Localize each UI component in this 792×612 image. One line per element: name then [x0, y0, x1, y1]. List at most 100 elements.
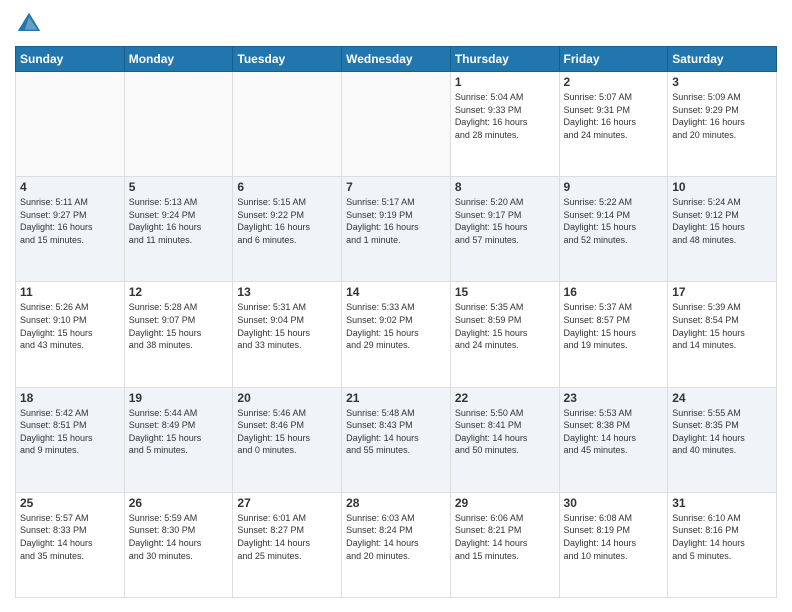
- day-info: Sunrise: 5:09 AM Sunset: 9:29 PM Dayligh…: [672, 91, 772, 141]
- calendar-day-cell: 30 Sunrise: 6:08 AM Sunset: 8:19 PM Dayli…: [559, 492, 668, 597]
- calendar-day-cell: 12Sunrise: 5:28 AM Sunset: 9:07 PM Dayli…: [124, 282, 233, 387]
- day-info: Sunrise: 6:06 AM Sunset: 8:21 PM Dayligh…: [455, 512, 555, 562]
- calendar-day-cell: 16Sunrise: 5:37 AM Sunset: 8:57 PM Dayli…: [559, 282, 668, 387]
- day-number: 27: [237, 496, 337, 510]
- day-info: Sunrise: 5:48 AM Sunset: 8:43 PM Dayligh…: [346, 407, 446, 457]
- day-number: 8: [455, 180, 555, 194]
- day-info: Sunrise: 5:57 AM Sunset: 8:33 PM Dayligh…: [20, 512, 120, 562]
- day-number: 22: [455, 391, 555, 405]
- day-info: Sunrise: 5:11 AM Sunset: 9:27 PM Dayligh…: [20, 196, 120, 246]
- calendar-day-cell: [16, 72, 125, 177]
- day-info: Sunrise: 5:04 AM Sunset: 9:33 PM Dayligh…: [455, 91, 555, 141]
- day-info: Sunrise: 5:13 AM Sunset: 9:24 PM Dayligh…: [129, 196, 229, 246]
- day-info: Sunrise: 5:20 AM Sunset: 9:17 PM Dayligh…: [455, 196, 555, 246]
- calendar-week-row: 25 Sunrise: 5:57 AM Sunset: 8:33 PM Dayli…: [16, 492, 777, 597]
- calendar-day-cell: 26Sunrise: 5:59 AM Sunset: 8:30 PM Dayli…: [124, 492, 233, 597]
- day-info: Sunrise: 5:50 AM Sunset: 8:41 PM Dayligh…: [455, 407, 555, 457]
- day-number: 16: [564, 285, 664, 299]
- day-number: 4: [20, 180, 120, 194]
- calendar-day-cell: 24 Sunrise: 5:55 AM Sunset: 8:35 PM Dayli…: [668, 387, 777, 492]
- calendar-day-cell: 21 Sunrise: 5:48 AM Sunset: 8:43 PM Dayli…: [342, 387, 451, 492]
- calendar-day-cell: 5 Sunrise: 5:13 AM Sunset: 9:24 PM Daylig…: [124, 177, 233, 282]
- calendar-day-cell: 3Sunrise: 5:09 AM Sunset: 9:29 PM Daylig…: [668, 72, 777, 177]
- calendar-day-cell: 2 Sunrise: 5:07 AM Sunset: 9:31 PM Daylig…: [559, 72, 668, 177]
- calendar-header-cell: Saturday: [668, 47, 777, 72]
- day-number: 18: [20, 391, 120, 405]
- calendar-day-cell: 31 Sunrise: 6:10 AM Sunset: 8:16 PM Dayli…: [668, 492, 777, 597]
- calendar-day-cell: 22 Sunrise: 5:50 AM Sunset: 8:41 PM Dayli…: [450, 387, 559, 492]
- day-number: 19: [129, 391, 229, 405]
- calendar-week-row: 18 Sunrise: 5:42 AM Sunset: 8:51 PM Dayli…: [16, 387, 777, 492]
- calendar-day-cell: 23 Sunrise: 5:53 AM Sunset: 8:38 PM Dayli…: [559, 387, 668, 492]
- day-number: 5: [129, 180, 229, 194]
- calendar-week-row: 11 Sunrise: 5:26 AM Sunset: 9:10 PM Dayli…: [16, 282, 777, 387]
- calendar-header-cell: Friday: [559, 47, 668, 72]
- calendar-day-cell: 6Sunrise: 5:15 AM Sunset: 9:22 PM Daylig…: [233, 177, 342, 282]
- day-info: Sunrise: 5:46 AM Sunset: 8:46 PM Dayligh…: [237, 407, 337, 457]
- calendar-day-cell: 28 Sunrise: 6:03 AM Sunset: 8:24 PM Dayli…: [342, 492, 451, 597]
- day-info: Sunrise: 6:10 AM Sunset: 8:16 PM Dayligh…: [672, 512, 772, 562]
- day-number: 17: [672, 285, 772, 299]
- calendar-week-row: 4 Sunrise: 5:11 AM Sunset: 9:27 PM Daylig…: [16, 177, 777, 282]
- calendar-day-cell: 7 Sunrise: 5:17 AM Sunset: 9:19 PM Daylig…: [342, 177, 451, 282]
- day-info: Sunrise: 5:35 AM Sunset: 8:59 PM Dayligh…: [455, 301, 555, 351]
- day-info: Sunrise: 5:33 AM Sunset: 9:02 PM Dayligh…: [346, 301, 446, 351]
- day-info: Sunrise: 5:24 AM Sunset: 9:12 PM Dayligh…: [672, 196, 772, 246]
- day-number: 15: [455, 285, 555, 299]
- day-info: Sunrise: 5:55 AM Sunset: 8:35 PM Dayligh…: [672, 407, 772, 457]
- calendar-day-cell: 25 Sunrise: 5:57 AM Sunset: 8:33 PM Dayli…: [16, 492, 125, 597]
- day-info: Sunrise: 5:39 AM Sunset: 8:54 PM Dayligh…: [672, 301, 772, 351]
- day-number: 9: [564, 180, 664, 194]
- day-info: Sunrise: 5:22 AM Sunset: 9:14 PM Dayligh…: [564, 196, 664, 246]
- day-number: 14: [346, 285, 446, 299]
- calendar-header-row: SundayMondayTuesdayWednesdayThursdayFrid…: [16, 47, 777, 72]
- calendar-day-cell: 9 Sunrise: 5:22 AM Sunset: 9:14 PM Daylig…: [559, 177, 668, 282]
- day-number: 1: [455, 75, 555, 89]
- day-number: 12: [129, 285, 229, 299]
- calendar-week-row: 1 Sunrise: 5:04 AM Sunset: 9:33 PM Daylig…: [16, 72, 777, 177]
- calendar-header-cell: Tuesday: [233, 47, 342, 72]
- day-info: Sunrise: 5:17 AM Sunset: 9:19 PM Dayligh…: [346, 196, 446, 246]
- calendar-day-cell: 10 Sunrise: 5:24 AM Sunset: 9:12 PM Dayli…: [668, 177, 777, 282]
- day-info: Sunrise: 5:26 AM Sunset: 9:10 PM Dayligh…: [20, 301, 120, 351]
- calendar-header-cell: Monday: [124, 47, 233, 72]
- day-number: 2: [564, 75, 664, 89]
- calendar-day-cell: 17 Sunrise: 5:39 AM Sunset: 8:54 PM Dayli…: [668, 282, 777, 387]
- day-number: 28: [346, 496, 446, 510]
- calendar-day-cell: 14 Sunrise: 5:33 AM Sunset: 9:02 PM Dayli…: [342, 282, 451, 387]
- day-info: Sunrise: 5:42 AM Sunset: 8:51 PM Dayligh…: [20, 407, 120, 457]
- day-number: 21: [346, 391, 446, 405]
- day-number: 20: [237, 391, 337, 405]
- calendar-day-cell: [124, 72, 233, 177]
- day-info: Sunrise: 6:03 AM Sunset: 8:24 PM Dayligh…: [346, 512, 446, 562]
- calendar-body: 1 Sunrise: 5:04 AM Sunset: 9:33 PM Daylig…: [16, 72, 777, 598]
- day-info: Sunrise: 6:01 AM Sunset: 8:27 PM Dayligh…: [237, 512, 337, 562]
- day-number: 23: [564, 391, 664, 405]
- calendar-day-cell: 19 Sunrise: 5:44 AM Sunset: 8:49 PM Dayli…: [124, 387, 233, 492]
- header: [15, 10, 777, 38]
- day-number: 26: [129, 496, 229, 510]
- calendar-day-cell: 27 Sunrise: 6:01 AM Sunset: 8:27 PM Dayli…: [233, 492, 342, 597]
- calendar-day-cell: [342, 72, 451, 177]
- day-number: 31: [672, 496, 772, 510]
- calendar-day-cell: 15 Sunrise: 5:35 AM Sunset: 8:59 PM Dayli…: [450, 282, 559, 387]
- day-number: 7: [346, 180, 446, 194]
- calendar-day-cell: 1 Sunrise: 5:04 AM Sunset: 9:33 PM Daylig…: [450, 72, 559, 177]
- calendar-day-cell: 11 Sunrise: 5:26 AM Sunset: 9:10 PM Dayli…: [16, 282, 125, 387]
- day-info: Sunrise: 6:08 AM Sunset: 8:19 PM Dayligh…: [564, 512, 664, 562]
- day-number: 24: [672, 391, 772, 405]
- calendar-day-cell: 13Sunrise: 5:31 AM Sunset: 9:04 PM Dayli…: [233, 282, 342, 387]
- calendar-header-cell: Wednesday: [342, 47, 451, 72]
- day-number: 10: [672, 180, 772, 194]
- day-number: 11: [20, 285, 120, 299]
- day-number: 25: [20, 496, 120, 510]
- day-info: Sunrise: 5:44 AM Sunset: 8:49 PM Dayligh…: [129, 407, 229, 457]
- day-info: Sunrise: 5:53 AM Sunset: 8:38 PM Dayligh…: [564, 407, 664, 457]
- day-number: 30: [564, 496, 664, 510]
- day-number: 13: [237, 285, 337, 299]
- calendar-day-cell: [233, 72, 342, 177]
- calendar-day-cell: 18 Sunrise: 5:42 AM Sunset: 8:51 PM Dayli…: [16, 387, 125, 492]
- calendar-header-cell: Thursday: [450, 47, 559, 72]
- day-info: Sunrise: 5:07 AM Sunset: 9:31 PM Dayligh…: [564, 91, 664, 141]
- calendar-day-cell: 4 Sunrise: 5:11 AM Sunset: 9:27 PM Daylig…: [16, 177, 125, 282]
